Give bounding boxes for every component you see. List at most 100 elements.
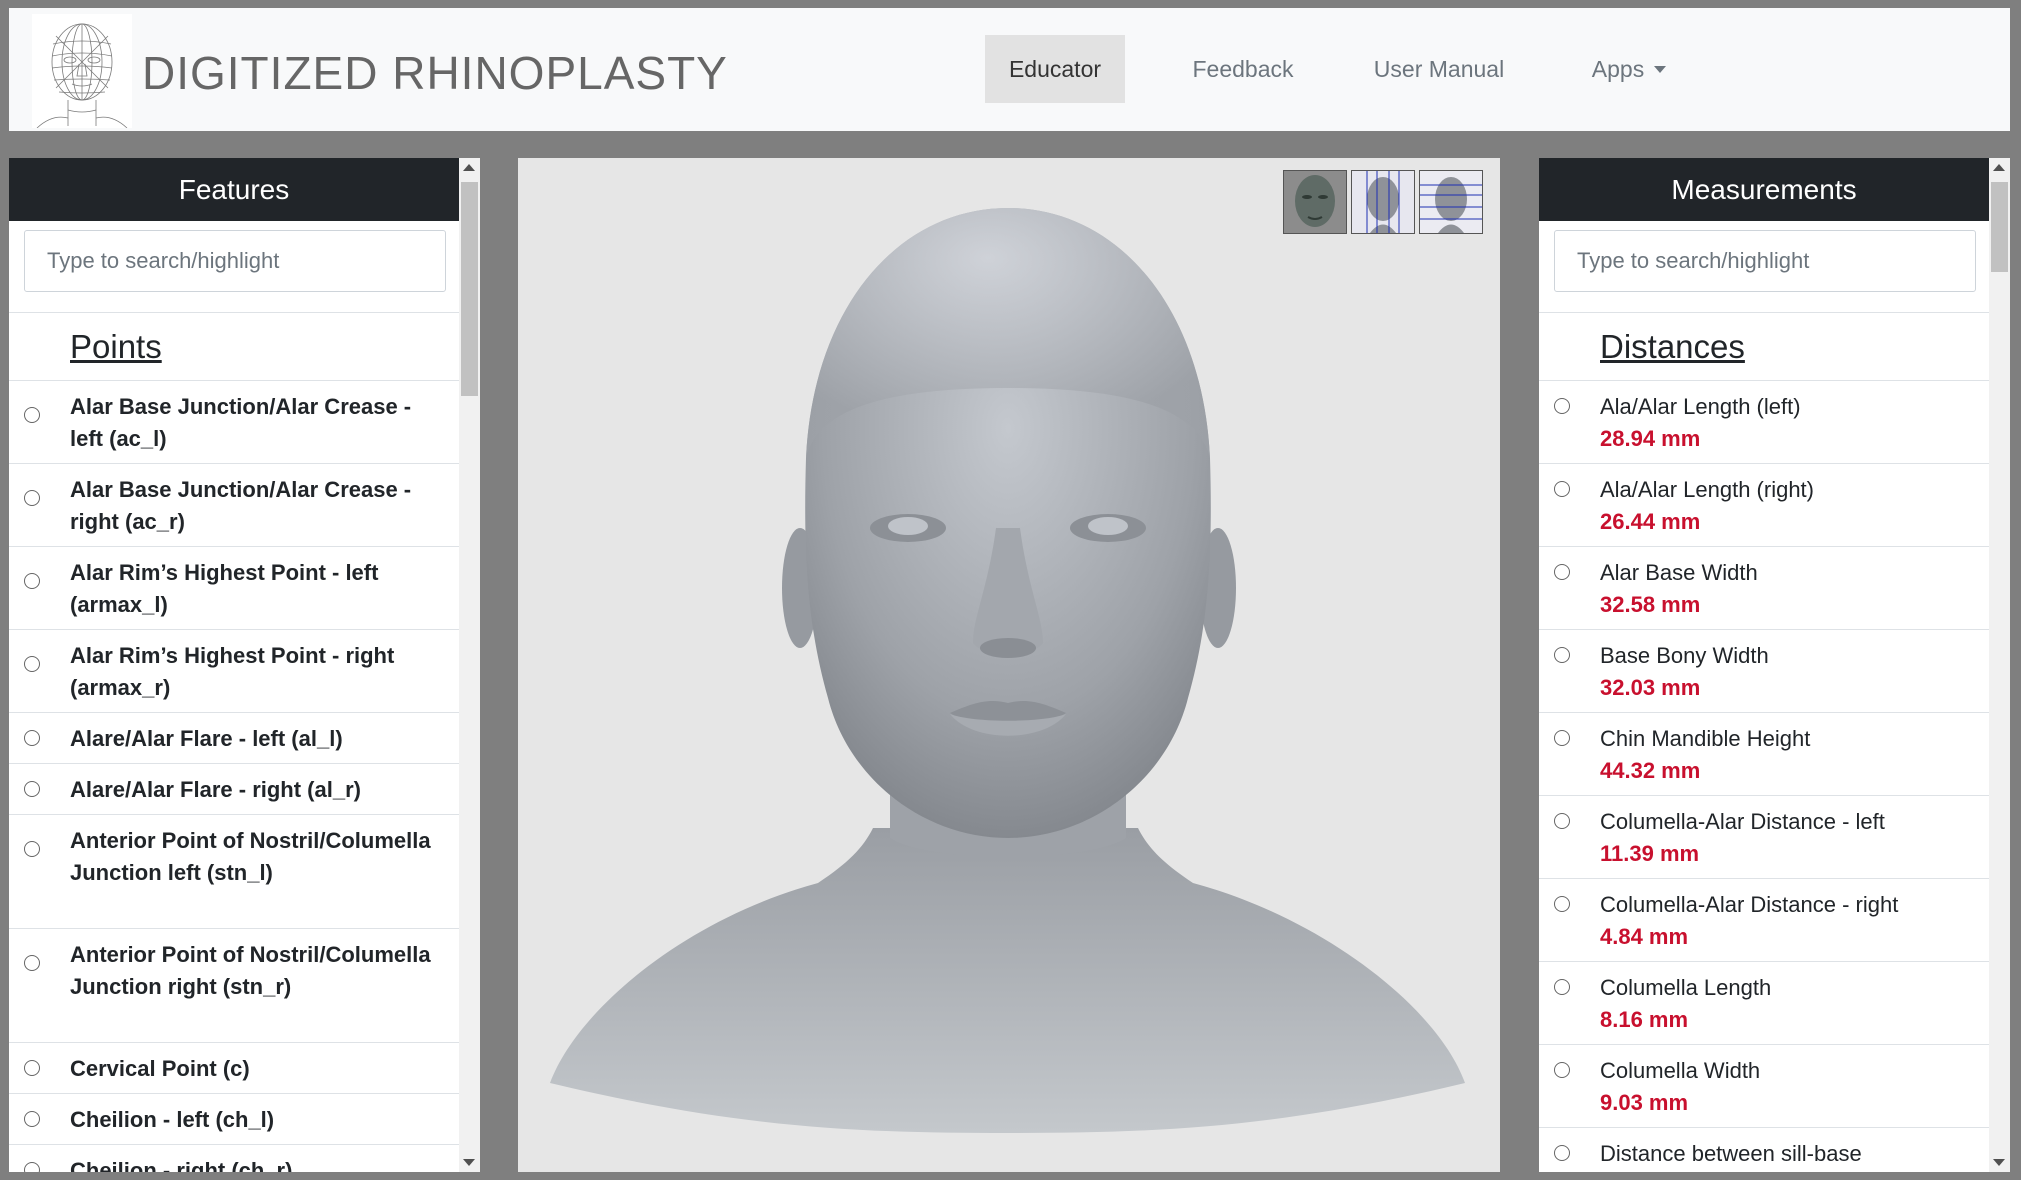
measurements-list: Distances Ala/Alar Length (left) 28.94 m… (1539, 312, 1989, 1172)
measurement-value: 4.84 mm (1600, 924, 1689, 949)
feature-item-label: Alare/Alar Flare - right (al_r) (70, 777, 361, 802)
measurement-item[interactable]: Ala/Alar Length (left) 28.94 mm (1539, 380, 1989, 463)
horizontal-lines-view-icon[interactable] (1419, 170, 1483, 234)
measurements-panel: Measurements Distances Ala/Alar Length (… (1539, 158, 2010, 1172)
feature-item[interactable]: Alar Rim’s Highest Point - right (armax_… (9, 629, 459, 712)
radio-button[interactable] (1554, 979, 1570, 995)
feature-item[interactable]: Cheilion - left (ch_l) (9, 1093, 459, 1144)
radio-button[interactable] (24, 1111, 40, 1127)
feature-item[interactable]: Anterior Point of Nostril/Columella Junc… (9, 814, 459, 928)
nav-feedback-label: Feedback (1192, 55, 1294, 82)
measurement-value: 32.03 mm (1600, 675, 1701, 700)
head-model-render[interactable] (518, 158, 1500, 1172)
nav-apps-label: Apps (1591, 55, 1645, 82)
points-section-title: Points (9, 312, 459, 380)
measurement-name: Ala/Alar Length (left) (1600, 394, 1801, 419)
measurement-value: 44.32 mm (1600, 758, 1701, 783)
feature-item[interactable]: Alare/Alar Flare - right (al_r) (9, 763, 459, 814)
features-search-input[interactable] (24, 230, 446, 292)
nav-feedback[interactable]: Feedback (1158, 35, 1328, 103)
radio-button[interactable] (1554, 481, 1570, 497)
radio-button[interactable] (24, 841, 40, 857)
radio-button[interactable] (24, 490, 40, 506)
measurements-search-input[interactable] (1554, 230, 1976, 292)
feature-item-label: Alare/Alar Flare - left (al_l) (70, 726, 343, 751)
feature-item-label: Anterior Point of Nostril/Columella Junc… (70, 828, 431, 885)
measurement-item[interactable]: Distance between sill-base (1539, 1127, 1989, 1172)
measurement-name: Columella Width (1600, 1058, 1761, 1083)
grid-lines-view-icon[interactable] (1351, 170, 1415, 234)
radio-button[interactable] (1554, 813, 1570, 829)
feature-item-label: Alar Base Junction/Alar Crease - right (… (70, 477, 412, 534)
feature-item[interactable]: Alar Base Junction/Alar Crease - left (a… (9, 380, 459, 463)
face-texture-view-icon[interactable] (1283, 170, 1347, 234)
measurement-name: Columella-Alar Distance - left (1600, 809, 1885, 834)
radio-button[interactable] (24, 573, 40, 589)
measurement-item[interactable]: Chin Mandible Height 44.32 mm (1539, 712, 1989, 795)
wireframe-head-logo-icon[interactable] (32, 14, 132, 128)
radio-button[interactable] (1554, 896, 1570, 912)
radio-button[interactable] (24, 955, 40, 971)
measurement-value: 11.39 mm (1600, 841, 1700, 866)
radio-button[interactable] (1554, 1062, 1570, 1078)
features-scroll-thumb[interactable] (461, 182, 478, 396)
radio-button[interactable] (24, 730, 40, 746)
measurement-item[interactable]: Alar Base Width 32.58 mm (1539, 546, 1989, 629)
feature-item-label: Alar Rim’s Highest Point - left (armax_l… (70, 560, 379, 617)
scroll-down-arrow-icon[interactable] (1993, 1159, 2005, 1166)
radio-button[interactable] (24, 656, 40, 672)
feature-item-label: Cheilion - right (ch_r) (70, 1158, 293, 1172)
measurement-item[interactable]: Columella-Alar Distance - left 11.39 mm (1539, 795, 1989, 878)
nav-user-manual[interactable]: User Manual (1359, 35, 1519, 103)
feature-item-label: Alar Rim’s Highest Point - right (armax_… (70, 643, 395, 700)
measurement-value: 8.16 mm (1600, 1007, 1689, 1032)
radio-button[interactable] (24, 1060, 40, 1076)
feature-item[interactable]: Alare/Alar Flare - left (al_l) (9, 712, 459, 763)
measurement-value: 28.94 mm (1600, 426, 1701, 451)
measurements-scroll-thumb[interactable] (1991, 182, 2008, 272)
nav-educator[interactable]: Educator (985, 35, 1125, 103)
nav-educator-label: Educator (1008, 55, 1102, 82)
feature-item[interactable]: Cervical Point (c) (9, 1042, 459, 1093)
nav-user-manual-label: User Manual (1373, 55, 1505, 82)
feature-item[interactable]: Alar Rim’s Highest Point - left (armax_l… (9, 546, 459, 629)
caret-down-icon (1654, 65, 1667, 73)
feature-item[interactable]: Cheilion - right (ch_r) (9, 1144, 459, 1172)
feature-item-label: Alar Base Junction/Alar Crease - left (a… (70, 394, 412, 451)
app-title[interactable]: DIGITIZED RHINOPLASTY (142, 46, 728, 100)
radio-button[interactable] (1554, 730, 1570, 746)
nav-apps-dropdown[interactable]: Apps (1564, 35, 1694, 103)
radio-button[interactable] (1554, 398, 1570, 414)
measurement-name: Chin Mandible Height (1600, 726, 1811, 751)
feature-item-label: Anterior Point of Nostril/Columella Junc… (70, 942, 431, 999)
scroll-down-arrow-icon[interactable] (463, 1159, 475, 1166)
3d-viewer[interactable] (518, 158, 1500, 1172)
measurement-name: Columella-Alar Distance - right (1600, 892, 1899, 917)
distances-section-title: Distances (1539, 312, 1989, 380)
measurement-value: 9.03 mm (1600, 1090, 1689, 1115)
radio-button[interactable] (24, 407, 40, 423)
radio-button[interactable] (24, 1162, 40, 1172)
scroll-up-arrow-icon[interactable] (463, 164, 475, 171)
radio-button[interactable] (1554, 647, 1570, 663)
measurement-item[interactable]: Base Bony Width 32.03 mm (1539, 629, 1989, 712)
features-scrollbar[interactable] (459, 158, 480, 1172)
measurement-item[interactable]: Ala/Alar Length (right) 26.44 mm (1539, 463, 1989, 546)
feature-item[interactable]: Alar Base Junction/Alar Crease - right (… (9, 463, 459, 546)
measurement-value: 32.58 mm (1600, 592, 1701, 617)
measurement-item[interactable]: Columella Width 9.03 mm (1539, 1044, 1989, 1127)
radio-button[interactable] (1554, 564, 1570, 580)
measurements-scrollbar[interactable] (1989, 158, 2010, 1172)
feature-item[interactable]: Anterior Point of Nostril/Columella Junc… (9, 928, 459, 1042)
feature-item-label: Cheilion - left (ch_l) (70, 1107, 275, 1132)
measurement-name: Columella Length (1600, 975, 1772, 1000)
radio-button[interactable] (24, 781, 40, 797)
measurement-item[interactable]: Columella-Alar Distance - right 4.84 mm (1539, 878, 1989, 961)
feature-item-label: Cervical Point (c) (70, 1056, 250, 1081)
radio-button[interactable] (1554, 1145, 1570, 1161)
measurement-item[interactable]: Columella Length 8.16 mm (1539, 961, 1989, 1044)
scroll-up-arrow-icon[interactable] (1993, 164, 2005, 171)
measurement-name: Distance between sill-base (1600, 1141, 1862, 1166)
measurement-name: Base Bony Width (1600, 643, 1769, 668)
measurement-name: Ala/Alar Length (right) (1600, 477, 1814, 502)
